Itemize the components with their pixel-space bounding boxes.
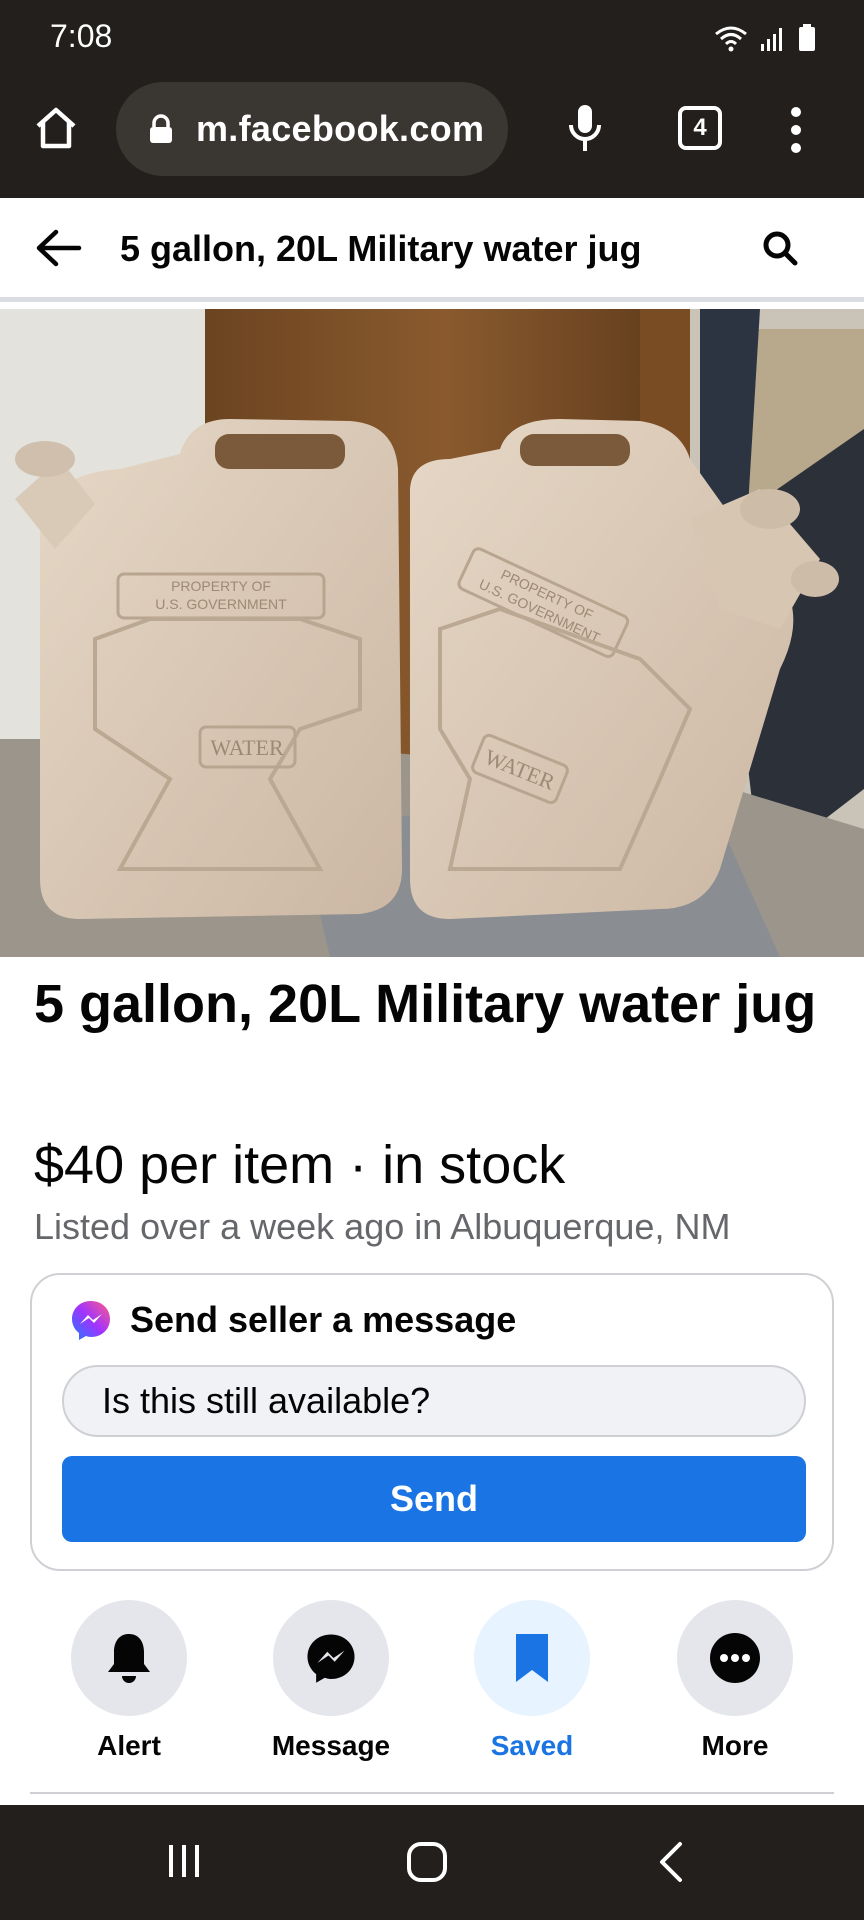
battery-icon <box>799 24 815 51</box>
send-button[interactable]: Send <box>62 1456 806 1542</box>
status-bar: 7:08 <box>0 0 864 78</box>
alert-label: Alert <box>97 1730 161 1761</box>
more-button[interactable]: More <box>655 1600 815 1762</box>
lock-icon <box>150 114 172 143</box>
saved-circle[interactable] <box>474 1600 590 1716</box>
messenger-icon <box>307 1634 355 1683</box>
more-circle[interactable] <box>677 1600 793 1716</box>
send-message-card: Send seller a message Is this still avai… <box>30 1273 834 1571</box>
home-nav-icon[interactable] <box>406 1841 448 1883</box>
back-nav-icon[interactable] <box>656 1841 686 1883</box>
action-row: Alert Message Saved More <box>0 1600 864 1770</box>
tab-switcher-button[interactable]: 4 <box>678 106 722 150</box>
message-button[interactable]: Message <box>251 1600 411 1762</box>
saved-label: Saved <box>490 1730 574 1761</box>
listing-meta: Listed over a week ago in Albuquerque, N… <box>34 1206 731 1247</box>
alert-button[interactable]: Alert <box>49 1600 209 1762</box>
system-nav-bar <box>0 1805 864 1920</box>
address-bar[interactable]: m.facebook.com <box>116 82 508 176</box>
back-arrow-icon[interactable] <box>34 228 82 268</box>
message-circle[interactable] <box>273 1600 389 1716</box>
signal-icon <box>761 28 782 51</box>
left-water-label: WATER <box>210 735 284 760</box>
water-jugs-image: PROPERTY OF U.S. GOVERNMENT WATER PROPER… <box>0 309 864 957</box>
bookmark-icon <box>516 1634 548 1682</box>
bell-icon <box>108 1634 150 1683</box>
listing-price: $40 per item · in stock <box>34 1135 566 1195</box>
page-header: 5 gallon, 20L Military water jug <box>0 198 864 302</box>
home-icon[interactable] <box>32 104 80 152</box>
divider <box>30 1792 834 1794</box>
more-icon <box>710 1633 760 1683</box>
more-vert-icon[interactable] <box>786 106 806 154</box>
left-stamp-line2: U.S. GOVERNMENT <box>155 596 287 612</box>
status-time: 7:08 <box>50 18 113 54</box>
microphone-icon[interactable] <box>565 103 605 155</box>
listing-photo[interactable]: PROPERTY OF U.S. GOVERNMENT WATER PROPER… <box>0 309 864 957</box>
status-icons <box>714 24 816 52</box>
wifi-icon <box>715 26 747 52</box>
more-label: More <box>701 1730 769 1761</box>
message-card-title: Send seller a message <box>130 1299 517 1340</box>
listing-title: 5 gallon, 20L Military water jug <box>34 974 817 1034</box>
messenger-icon <box>72 1301 110 1340</box>
search-icon[interactable] <box>762 230 798 266</box>
alert-circle[interactable] <box>71 1600 187 1716</box>
message-input[interactable]: Is this still available? <box>62 1365 806 1437</box>
left-stamp-line1: PROPERTY OF <box>171 578 271 594</box>
message-card-header: Send seller a message <box>70 1299 516 1341</box>
url-text: m.facebook.com <box>196 108 485 149</box>
page-title: 5 gallon, 20L Military water jug <box>120 228 642 269</box>
recent-apps-icon[interactable] <box>164 1841 204 1881</box>
browser-toolbar: m.facebook.com 4 <box>0 78 864 198</box>
message-label: Message <box>271 1730 391 1761</box>
saved-button[interactable]: Saved <box>452 1600 612 1762</box>
